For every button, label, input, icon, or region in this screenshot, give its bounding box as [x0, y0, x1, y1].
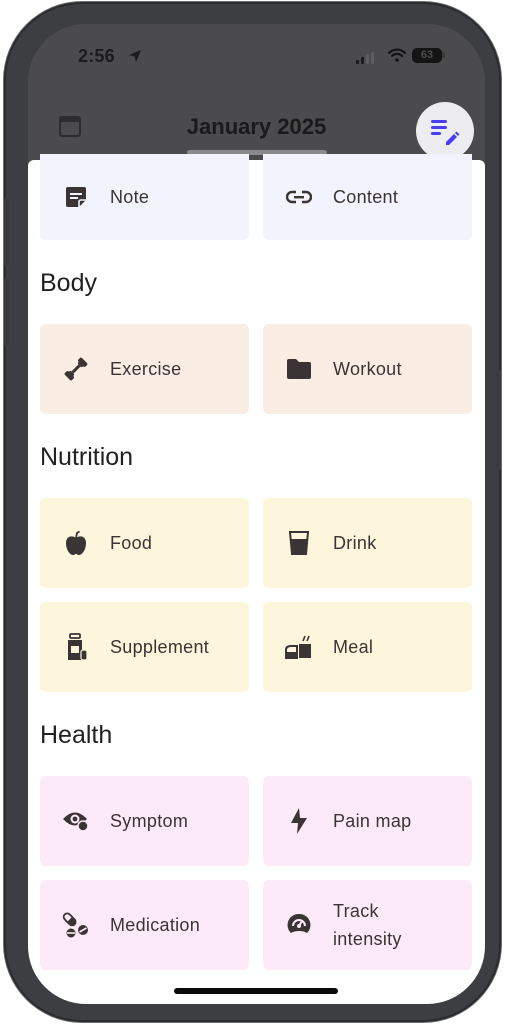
- battery-tip: [442, 52, 445, 58]
- card-food[interactable]: Food: [40, 498, 249, 588]
- card-label: Pain map: [333, 811, 412, 831]
- volume-down-button: [4, 277, 9, 347]
- card-label: Workout: [333, 359, 402, 379]
- status-time: 2:56: [78, 46, 115, 66]
- gauge-icon: [285, 911, 313, 939]
- card-label: Drink: [333, 533, 377, 553]
- section-title-body: Body: [40, 269, 97, 297]
- card-label: Exercise: [110, 359, 182, 379]
- card-supplement[interactable]: Supplement: [40, 602, 249, 692]
- journal-row: Note Content: [40, 154, 472, 240]
- card-note[interactable]: Note: [40, 154, 249, 240]
- card-label: Symptom: [110, 811, 189, 831]
- card-workout[interactable]: Workout: [263, 324, 472, 414]
- screen: 2:56 63 January 2025 Note Content Body E…: [28, 24, 485, 1004]
- pills-icon: [62, 911, 90, 939]
- home-indicator[interactable]: [174, 988, 338, 994]
- card-label: Medication: [110, 915, 201, 935]
- body-row: Exercise Workout: [40, 324, 472, 414]
- phone-frame: 2:56 63 January 2025 Note Content Body E…: [4, 2, 501, 1022]
- folder-icon: [285, 355, 313, 383]
- card-label: Food: [110, 533, 153, 553]
- card-meal[interactable]: Meal: [263, 602, 472, 692]
- card-content[interactable]: Content: [263, 154, 472, 240]
- volume-up-button: [4, 197, 9, 267]
- section-title-nutrition: Nutrition: [40, 443, 134, 471]
- link-icon: [285, 183, 313, 211]
- wifi-icon: [388, 48, 406, 62]
- battery-icon: 63: [412, 48, 442, 63]
- health-row-1: Symptom Pain map: [40, 776, 472, 866]
- nutrition-row-1: Food Drink: [40, 498, 472, 588]
- dumbbell-icon: [62, 355, 90, 383]
- apple-icon: [62, 529, 90, 557]
- card-medication[interactable]: Medication: [40, 880, 249, 970]
- edit-list-button[interactable]: [416, 102, 474, 160]
- glass-icon: [285, 529, 313, 557]
- card-label: Content: [333, 187, 399, 207]
- card-drink[interactable]: Drink: [263, 498, 472, 588]
- section-title-health: Health: [40, 721, 113, 749]
- location-arrow-icon: [129, 50, 141, 62]
- edit-list-icon: [431, 120, 460, 145]
- card-track-intensity[interactable]: Track intensity: [263, 880, 472, 970]
- bolt-icon: [285, 807, 313, 835]
- card-pain-map[interactable]: Pain map: [263, 776, 472, 866]
- add-entry-sheet: Note Content Body Exercise Workout Nutri…: [28, 154, 485, 1004]
- power-button: [496, 370, 501, 470]
- note-icon: [62, 183, 90, 211]
- card-label: Meal: [333, 637, 374, 657]
- card-symptom[interactable]: Symptom: [40, 776, 249, 866]
- health-row-2: Medication Track intensity: [40, 880, 472, 970]
- card-exercise[interactable]: Exercise: [40, 324, 249, 414]
- status-bar: 2:56 63: [28, 42, 485, 72]
- card-label: Note: [110, 187, 150, 207]
- signal-icon: [356, 52, 374, 64]
- eye-symptom-icon: [62, 807, 90, 835]
- nutrition-row-2: Supplement Meal: [40, 602, 472, 692]
- card-label: Track intensity: [333, 901, 402, 949]
- supplement-bottle-icon: [62, 633, 90, 661]
- card-label: Supplement: [110, 637, 210, 657]
- meal-icon: [285, 633, 313, 661]
